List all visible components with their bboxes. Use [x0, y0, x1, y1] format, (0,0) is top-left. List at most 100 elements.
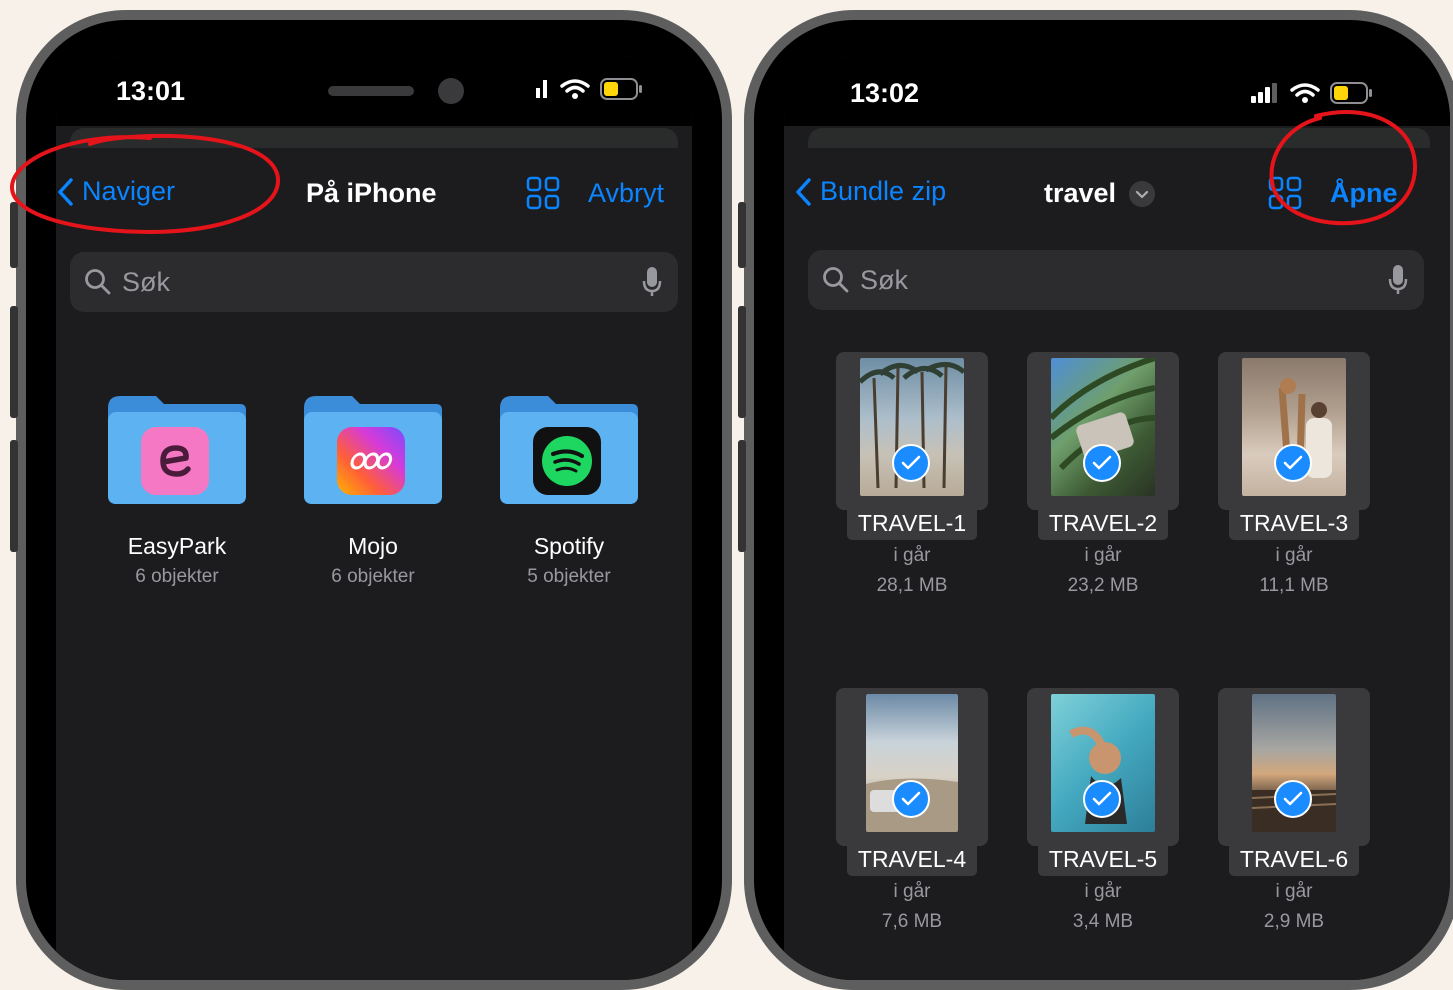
folder-name: Spotify — [533, 533, 605, 559]
wifi-icon — [560, 79, 590, 99]
folder-count: 6 objekter — [135, 566, 219, 587]
file-thumbnail — [1218, 352, 1370, 510]
file-thumbnail — [1027, 352, 1179, 510]
checkmark-icon — [892, 444, 930, 482]
search-icon — [823, 267, 849, 293]
file-name: TRAVEL-5 — [1038, 842, 1168, 876]
file-name: TRAVEL-4 — [847, 842, 977, 876]
grid-view-icon[interactable] — [1268, 176, 1302, 210]
right-phone-bezel: 13:02 Bundle zip travel Åpne Søk TRAVEL-… — [754, 20, 1450, 980]
nav-title: På iPhone — [306, 178, 437, 208]
folder-name: Mojo — [348, 533, 398, 559]
battery-icon — [600, 78, 642, 100]
back-label: Bundle zip — [820, 176, 947, 206]
mute-switch — [10, 202, 18, 268]
file-date: i går — [1084, 881, 1122, 902]
left-phone: 13:01 Naviger På iPhone Avbryt Søk EasyP… — [16, 10, 732, 990]
back-button[interactable]: Naviger — [56, 176, 175, 207]
checkmark-icon — [1083, 444, 1121, 482]
wifi-icon — [1290, 83, 1320, 103]
folder-title-menu[interactable]: travel — [1044, 178, 1156, 209]
file-date: i går — [1084, 545, 1122, 566]
mute-switch — [738, 202, 746, 268]
open-button[interactable]: Åpne — [1330, 178, 1398, 209]
cellular-signal-icon — [536, 80, 547, 98]
status-icons — [534, 78, 644, 100]
nav-right: Avbryt — [526, 176, 664, 210]
chevron-left-icon — [796, 177, 811, 206]
file-size: 23,2 MB — [1067, 575, 1139, 596]
file-meta: i går 28,1 MB — [832, 541, 992, 601]
front-camera — [438, 78, 464, 104]
checkmark-icon — [1274, 780, 1312, 818]
speaker-grille — [328, 86, 414, 96]
file-size: 2,9 MB — [1263, 911, 1325, 932]
file-size: 11,1 MB — [1259, 575, 1329, 596]
cellular-signal-icon — [1251, 83, 1277, 103]
status-bar: 13:02 — [784, 56, 1450, 126]
chevron-down-icon — [1129, 180, 1156, 207]
file-name: TRAVEL-1 — [847, 506, 977, 540]
nav-title: travel — [1044, 178, 1117, 208]
search-placeholder: Søk — [122, 266, 171, 297]
folder-mojo[interactable]: Mojo 6 objekter — [300, 394, 446, 588]
search-field[interactable]: Søk — [70, 252, 678, 312]
file-meta: i går 23,2 MB — [1023, 541, 1183, 601]
volume-down-button — [10, 440, 18, 552]
checkmark-icon — [1083, 780, 1121, 818]
file-size: 28,1 MB — [876, 575, 948, 596]
microphone-icon[interactable] — [1388, 264, 1408, 296]
folder-count: 6 objekter — [331, 566, 415, 587]
volume-down-button — [738, 440, 746, 552]
status-icons — [1250, 82, 1374, 104]
easypark-app-icon — [141, 427, 209, 495]
file-meta: i går 3,4 MB — [1023, 877, 1183, 937]
file-date: i går — [1275, 545, 1313, 566]
nav-right: Åpne — [1268, 176, 1398, 210]
right-screen: 13:02 Bundle zip travel Åpne Søk TRAVEL-… — [784, 56, 1450, 980]
file-meta: i går 11,1 MB — [1214, 541, 1374, 601]
file-date: i går — [1275, 881, 1313, 902]
file-size: 7,6 MB — [881, 911, 943, 932]
volume-up-button — [738, 306, 746, 418]
file-thumbnail — [1027, 688, 1179, 846]
volume-up-button — [10, 306, 18, 418]
grid-view-icon[interactable] — [526, 176, 560, 210]
file-thumbnail — [1218, 688, 1370, 846]
folder-spotify[interactable]: Spotify 5 objekter — [496, 394, 642, 588]
file-name: TRAVEL-2 — [1038, 506, 1168, 540]
right-phone: 13:02 Bundle zip travel Åpne Søk TRAVEL-… — [744, 10, 1453, 990]
file-meta: i går 7,6 MB — [832, 877, 992, 937]
file-name: TRAVEL-6 — [1229, 842, 1359, 876]
cancel-button[interactable]: Avbryt — [588, 178, 664, 209]
mojo-app-icon — [337, 427, 405, 495]
file-thumbnail — [836, 688, 988, 846]
file-name: TRAVEL-3 — [1229, 506, 1359, 540]
folder-count: 5 objekter — [527, 566, 611, 587]
microphone-icon[interactable] — [642, 266, 662, 298]
nav-bar: Bundle zip travel Åpne — [784, 166, 1450, 226]
chevron-left-icon — [58, 177, 73, 206]
checkmark-icon — [892, 780, 930, 818]
search-field[interactable]: Søk — [808, 250, 1424, 310]
status-bar: 13:01 — [56, 56, 692, 126]
folder-name: EasyPark — [127, 533, 227, 559]
search-icon — [85, 269, 111, 295]
left-screen: 13:01 Naviger På iPhone Avbryt Søk EasyP… — [56, 56, 692, 980]
left-phone-bezel: 13:01 Naviger På iPhone Avbryt Søk EasyP… — [26, 20, 722, 980]
sheet-edge — [808, 128, 1430, 148]
back-button[interactable]: Bundle zip — [794, 176, 946, 207]
file-size: 3,4 MB — [1072, 911, 1134, 932]
folder-easypark[interactable]: EasyPark 6 objekter — [104, 394, 250, 588]
file-thumbnail — [836, 352, 988, 510]
file-date: i går — [893, 545, 931, 566]
checkmark-icon — [1274, 444, 1312, 482]
search-placeholder: Søk — [860, 264, 909, 295]
sheet-edge — [70, 128, 678, 148]
status-time: 13:02 — [850, 78, 920, 108]
status-time: 13:01 — [116, 76, 186, 106]
back-label: Naviger — [82, 176, 176, 206]
battery-icon — [1330, 82, 1372, 104]
file-date: i går — [893, 881, 931, 902]
file-meta: i går 2,9 MB — [1214, 877, 1374, 937]
